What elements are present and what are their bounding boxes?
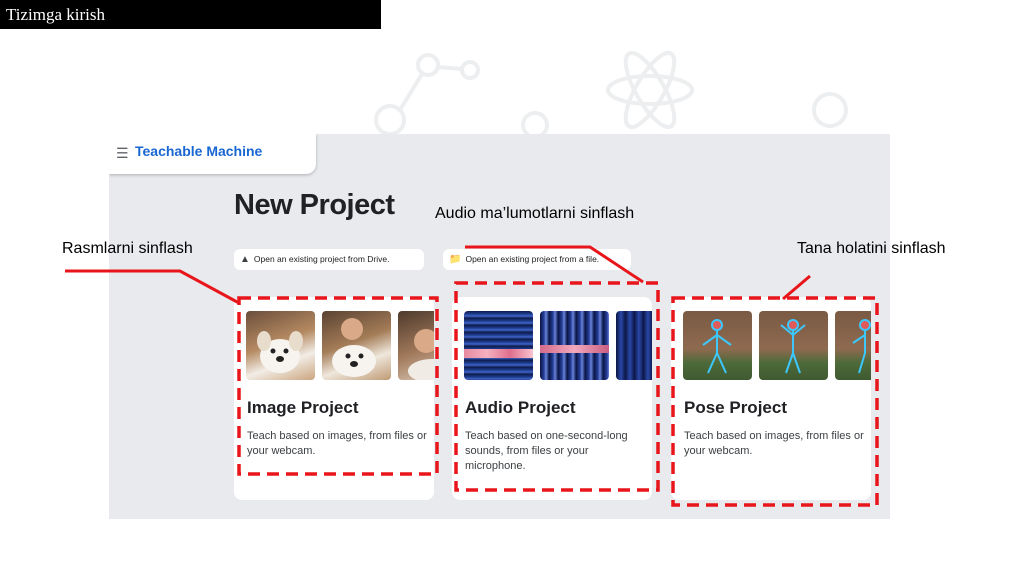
image-highlight-box [237, 296, 439, 476]
audio-pointer-line [465, 245, 644, 284]
image-annotation-label: Rasmlarni sinflash [62, 240, 193, 257]
audio-highlight-box [454, 281, 660, 492]
image-pointer-line [65, 269, 240, 305]
pose-pointer-line [782, 274, 811, 301]
pose-highlight-box [671, 296, 879, 507]
annotation-overlay [65, 245, 879, 507]
audio-annotation-label: Audio ma’lumotlarni sinflash [435, 205, 635, 222]
pose-annotation-label: Tana holatini sinflash [797, 240, 946, 257]
